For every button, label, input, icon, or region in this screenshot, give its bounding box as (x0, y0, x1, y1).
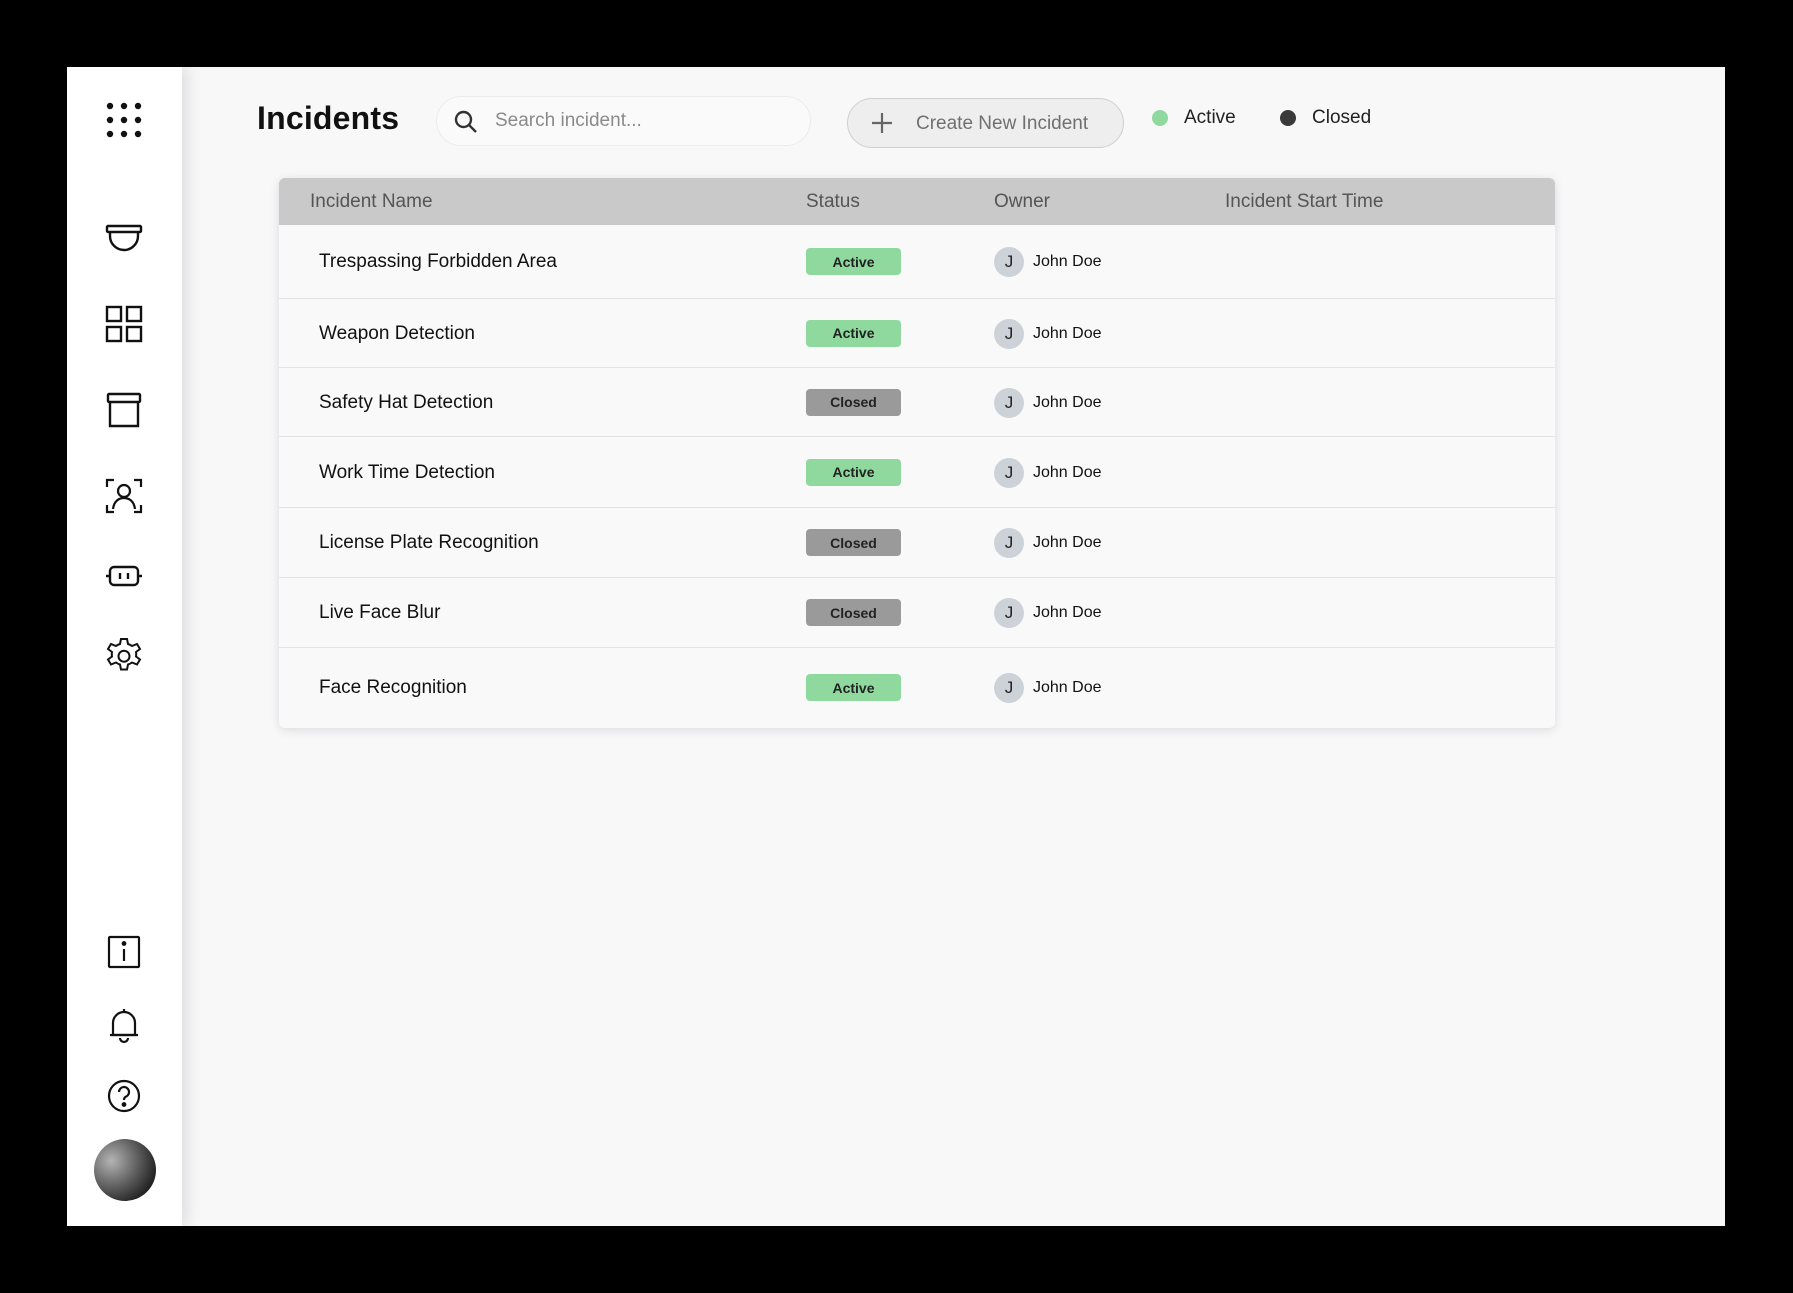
owner-cell: J John Doe (994, 598, 1102, 628)
camera-dome-icon[interactable] (104, 218, 144, 258)
incident-name: Safety Hat Detection (319, 391, 494, 413)
status-badge: Closed (806, 529, 901, 556)
table-row[interactable]: Work Time Detection Active J John Doe (279, 437, 1555, 508)
owner-cell: J John Doe (994, 673, 1102, 703)
legend-active[interactable]: Active (1152, 107, 1236, 129)
legend-active-label: Active (1184, 107, 1236, 128)
owner-avatar: J (994, 457, 1024, 488)
status-badge: Active (806, 458, 901, 486)
incident-name: Live Face Blur (319, 602, 441, 623)
table-row[interactable]: Trespassing Forbidden Area Active J John Do… (279, 225, 1555, 299)
incident-name: Weapon Detection (319, 322, 475, 344)
owner-avatar: J (994, 387, 1024, 418)
dashboard-grid-icon[interactable] (104, 304, 144, 344)
status-badge: Active (806, 319, 901, 347)
owner-name: John Doe (1033, 463, 1102, 481)
owner-cell: J John Doe (994, 387, 1102, 418)
owner-cell: J John Doe (994, 318, 1102, 349)
plus-icon (872, 113, 892, 133)
owner-name: John Doe (1033, 679, 1102, 696)
robot-icon[interactable] (104, 556, 144, 596)
apps-grid-icon[interactable] (104, 100, 144, 140)
search-icon (454, 110, 477, 133)
page-title: Incidents (257, 100, 400, 136)
owner-cell: J John Doe (994, 247, 1102, 277)
create-new-incident-label: Create New Incident (916, 113, 1089, 134)
archive-box-icon[interactable] (104, 390, 144, 430)
search-bar[interactable] (436, 96, 811, 146)
owner-avatar: J (994, 318, 1024, 349)
owner-name: John Doe (1033, 393, 1102, 411)
incident-name: License Plate Recognition (319, 532, 539, 553)
face-scan-icon[interactable] (104, 476, 144, 516)
header-start-time[interactable]: Incident Start Time (1225, 191, 1383, 213)
owner-cell: J John Doe (994, 457, 1102, 488)
header-incident-name[interactable]: Incident Name (310, 191, 433, 213)
help-icon[interactable] (104, 1076, 144, 1116)
create-new-incident-button[interactable]: Create New Incident (847, 98, 1124, 148)
user-avatar[interactable] (94, 1139, 156, 1201)
incident-name: Trespassing Forbidden Area (319, 251, 557, 272)
owner-name: John Doe (1033, 534, 1102, 551)
header-owner[interactable]: Owner (994, 191, 1050, 213)
owner-avatar: J (994, 673, 1024, 703)
legend-closed-label: Closed (1312, 107, 1372, 128)
status-badge: Active (806, 248, 901, 275)
status-badge: Closed (806, 388, 901, 416)
owner-avatar: J (994, 598, 1024, 628)
table-row[interactable]: License Plate Recognition Closed J John Doe (279, 508, 1555, 578)
search-input[interactable] (495, 97, 795, 145)
active-dot-icon (1152, 110, 1168, 126)
table-header: Incident Name Status Owner Incident Star… (279, 178, 1555, 225)
table-row[interactable]: Weapon Detection Active J John Doe (279, 299, 1555, 368)
table-row[interactable]: Live Face Blur Closed J John Doe (279, 578, 1555, 648)
header-status[interactable]: Status (806, 191, 860, 213)
gear-icon[interactable] (104, 636, 144, 676)
status-badge: Active (806, 674, 901, 701)
owner-avatar: J (994, 247, 1024, 277)
table-row[interactable]: Safety Hat Detection Closed J John Doe (279, 368, 1555, 437)
owner-avatar: J (994, 528, 1024, 558)
incidents-table: Incident Name Status Owner Incident Star… (279, 178, 1555, 728)
owner-name: John Doe (1033, 253, 1102, 270)
sidebar (67, 67, 182, 1226)
owner-name: John Doe (1033, 604, 1102, 621)
closed-dot-icon (1280, 110, 1296, 126)
incident-name: Face Recognition (319, 677, 467, 698)
legend-closed[interactable]: Closed (1280, 107, 1371, 129)
owner-name: John Doe (1033, 324, 1102, 342)
table-row[interactable]: Face Recognition Active J John Doe (279, 648, 1555, 728)
app-window: Incidents Create New Incident Active Clo… (67, 67, 1725, 1226)
info-icon[interactable] (104, 932, 144, 972)
bell-icon[interactable] (104, 1005, 144, 1045)
incident-name: Work Time Detection (319, 461, 495, 483)
status-badge: Closed (806, 599, 901, 626)
owner-cell: J John Doe (994, 528, 1102, 558)
